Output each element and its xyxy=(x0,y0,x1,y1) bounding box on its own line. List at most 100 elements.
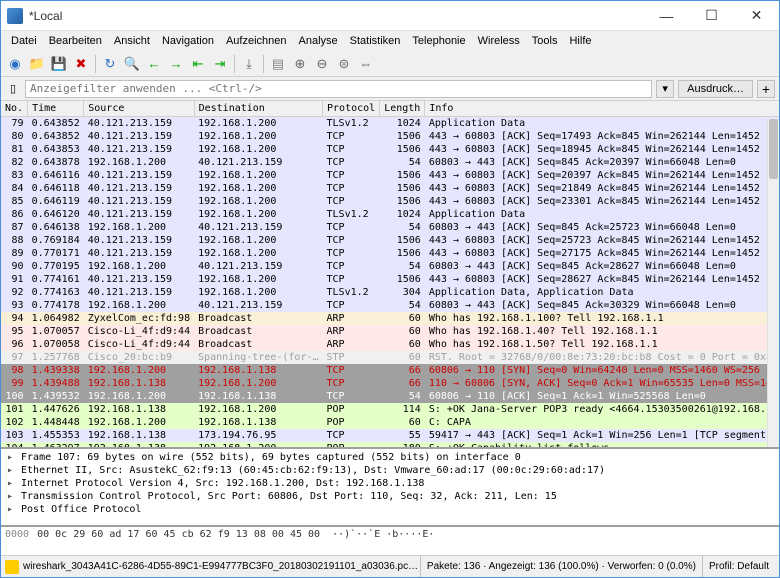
hex-bytes: 00 0c 29 60 ad 17 60 45 cb 62 f9 13 08 0… xyxy=(37,529,320,553)
packet-row[interactable]: 860.64612040.121.213.159192.168.1.200TLS… xyxy=(1,208,779,221)
column-destination[interactable]: Destination xyxy=(194,101,322,117)
status-file: wireshark_3043A41C-6286-4D55-89C1-E99477… xyxy=(23,561,420,572)
fin-icon[interactable]: ◉ xyxy=(5,54,25,74)
detail-tree-row[interactable]: ▸ Transmission Control Protocol, Src Por… xyxy=(5,490,775,503)
packet-row[interactable]: 820.643878192.168.1.20040.121.213.159TCP… xyxy=(1,156,779,169)
packet-row[interactable]: 961.070058Cisco-Li_4f:d9:44BroadcastARP6… xyxy=(1,338,779,351)
packet-row[interactable]: 880.76918440.121.213.159192.168.1.200TCP… xyxy=(1,234,779,247)
tree-toggle-icon[interactable]: ▸ xyxy=(5,477,15,490)
statusbar: wireshark_3043A41C-6286-4D55-89C1-E99477… xyxy=(1,555,779,577)
fwd-icon[interactable]: → xyxy=(166,54,186,74)
hex-bytes-pane[interactable]: 0000 00 0c 29 60 ad 17 60 45 cb 62 f9 13… xyxy=(1,527,779,555)
packet-header-row[interactable]: No.TimeSourceDestinationProtocolLengthIn… xyxy=(1,101,779,117)
app-icon xyxy=(7,8,23,24)
menu-ansicht[interactable]: Ansicht xyxy=(108,33,156,49)
tree-toggle-icon[interactable]: ▸ xyxy=(5,490,15,503)
packet-list-pane[interactable]: No.TimeSourceDestinationProtocolLengthIn… xyxy=(1,101,779,449)
main-area: No.TimeSourceDestinationProtocolLengthIn… xyxy=(1,101,779,555)
packet-details-pane[interactable]: ▸ Frame 107: 69 bytes on wire (552 bits)… xyxy=(1,449,779,527)
scrollbar-thumb[interactable] xyxy=(769,119,778,179)
packet-row[interactable]: 951.070057Cisco-Li_4f:d9:44BroadcastARP6… xyxy=(1,325,779,338)
zoomin-icon[interactable]: ⊕ xyxy=(290,54,310,74)
packet-row[interactable]: 1021.448448192.168.1.200192.168.1.138POP… xyxy=(1,416,779,429)
packet-row[interactable]: 800.64385240.121.213.159192.168.1.200TCP… xyxy=(1,130,779,143)
packet-row[interactable]: 991.439488192.168.1.138192.168.1.200TCP6… xyxy=(1,377,779,390)
menu-navigation[interactable]: Navigation xyxy=(156,33,220,49)
packet-row[interactable]: 1011.447626192.168.1.138192.168.1.200POP… xyxy=(1,403,779,416)
jumplast-icon[interactable]: ⇥ xyxy=(210,54,230,74)
maximize-button[interactable]: ☐ xyxy=(689,1,734,31)
column-info[interactable]: Info xyxy=(425,101,779,117)
jumpfirst-icon[interactable]: ⇤ xyxy=(188,54,208,74)
packet-row[interactable]: 941.064982ZyxelCom_ec:fd:98BroadcastARP6… xyxy=(1,312,779,325)
zoomreset-icon[interactable]: ⊜ xyxy=(334,54,354,74)
back-icon[interactable]: ← xyxy=(144,54,164,74)
packet-table: No.TimeSourceDestinationProtocolLengthIn… xyxy=(1,101,779,449)
column-protocol[interactable]: Protocol xyxy=(323,101,380,117)
detail-tree-row[interactable]: ▸ Post Office Protocol xyxy=(5,503,775,516)
column-no[interactable]: No. xyxy=(1,101,28,117)
find-icon[interactable]: 🔍 xyxy=(122,54,142,74)
filter-add-button[interactable]: + xyxy=(757,80,775,98)
reload-icon[interactable]: ↻ xyxy=(100,54,120,74)
menu-datei[interactable]: Datei xyxy=(5,33,43,49)
close-icon[interactable]: ✖ xyxy=(71,54,91,74)
packet-row[interactable]: 1001.439532192.168.1.200192.168.1.138TCP… xyxy=(1,390,779,403)
menu-wireless[interactable]: Wireless xyxy=(472,33,526,49)
packet-row[interactable]: 971.257768Cisco_20:bc:b9Spanning-tree-(f… xyxy=(1,351,779,364)
packet-row[interactable]: 930.774178192.168.1.20040.121.213.159TCP… xyxy=(1,299,779,312)
status-profile[interactable]: Profil: Default xyxy=(702,556,775,577)
packet-row[interactable]: 840.64611840.121.213.159192.168.1.200TCP… xyxy=(1,182,779,195)
tree-toggle-icon[interactable]: ▸ xyxy=(5,451,15,464)
toolbar-separator xyxy=(263,55,264,73)
packet-row[interactable]: 790.64385240.121.213.159192.168.1.200TLS… xyxy=(1,117,779,131)
column-source[interactable]: Source xyxy=(84,101,194,117)
detail-tree-row[interactable]: ▸ Frame 107: 69 bytes on wire (552 bits)… xyxy=(5,451,775,464)
open-icon[interactable]: 📁 xyxy=(27,54,47,74)
menu-hilfe[interactable]: Hilfe xyxy=(563,33,597,49)
display-filter-input[interactable] xyxy=(25,80,652,98)
menu-tools[interactable]: Tools xyxy=(526,33,564,49)
expert-info-icon[interactable] xyxy=(5,560,19,574)
status-packets: Pakete: 136 · Angezeigt: 136 (100.0%) · … xyxy=(420,556,702,577)
toolbar-separator xyxy=(95,55,96,73)
close-button[interactable]: ✕ xyxy=(734,1,779,31)
packet-row[interactable]: 900.770195192.168.1.20040.121.213.159TCP… xyxy=(1,260,779,273)
resize-icon[interactable]: ⇔ xyxy=(356,54,376,74)
menu-bearbeiten[interactable]: Bearbeiten xyxy=(43,33,108,49)
column-time[interactable]: Time xyxy=(28,101,84,117)
titlebar: *Local — ☐ ✕ xyxy=(1,1,779,31)
tree-toggle-icon[interactable]: ▸ xyxy=(5,464,15,477)
packet-row[interactable]: 870.646138192.168.1.20040.121.213.159TCP… xyxy=(1,221,779,234)
zoomout-icon[interactable]: ⊖ xyxy=(312,54,332,74)
packet-row[interactable]: 830.64611640.121.213.159192.168.1.200TCP… xyxy=(1,169,779,182)
detail-tree-row[interactable]: ▸ Ethernet II, Src: AsustekC_62:f9:13 (6… xyxy=(5,464,775,477)
packet-row[interactable]: 910.77416140.121.213.159192.168.1.200TCP… xyxy=(1,273,779,286)
packet-row[interactable]: 810.64385340.121.213.159192.168.1.200TCP… xyxy=(1,143,779,156)
packet-row[interactable]: 981.439338192.168.1.200192.168.1.138TCP6… xyxy=(1,364,779,377)
detail-tree-row[interactable]: ▸ Internet Protocol Version 4, Src: 192.… xyxy=(5,477,775,490)
expression-button[interactable]: Ausdruck… xyxy=(678,80,753,98)
autoscroll-icon[interactable]: ⤓ xyxy=(239,54,259,74)
hex-ascii: ··)`··`E ·b····E· xyxy=(332,529,434,553)
app-window: *Local — ☐ ✕ DateiBearbeitenAnsichtNavig… xyxy=(0,0,780,578)
menu-telephonie[interactable]: Telephonie xyxy=(406,33,471,49)
packet-row[interactable]: 920.77416340.121.213.159192.168.1.200TLS… xyxy=(1,286,779,299)
filter-dropdown-icon[interactable]: ▾ xyxy=(656,80,674,98)
column-length[interactable]: Length xyxy=(380,101,425,117)
menu-aufzeichnen[interactable]: Aufzeichnen xyxy=(220,33,293,49)
packet-row[interactable]: 890.77017140.121.213.159192.168.1.200TCP… xyxy=(1,247,779,260)
packet-row[interactable]: 1041.463297192.168.1.138192.168.1.200POP… xyxy=(1,442,779,449)
vertical-scrollbar[interactable] xyxy=(767,119,779,447)
toolbar-separator xyxy=(234,55,235,73)
toolbar: ◉📁💾✖ ↻🔍←→⇤⇥ ⤓ ▤⊕⊖⊜⇔ xyxy=(1,51,779,77)
bookmark-icon[interactable]: ▯ xyxy=(5,81,21,97)
save-icon[interactable]: 💾 xyxy=(49,54,69,74)
minimize-button[interactable]: — xyxy=(644,1,689,31)
menu-statistiken[interactable]: Statistiken xyxy=(344,33,407,49)
colorize-icon[interactable]: ▤ xyxy=(268,54,288,74)
menu-analyse[interactable]: Analyse xyxy=(293,33,344,49)
packet-row[interactable]: 850.64611940.121.213.159192.168.1.200TCP… xyxy=(1,195,779,208)
tree-toggle-icon[interactable]: ▸ xyxy=(5,503,15,516)
packet-row[interactable]: 1031.455353192.168.1.138173.194.76.95TCP… xyxy=(1,429,779,442)
